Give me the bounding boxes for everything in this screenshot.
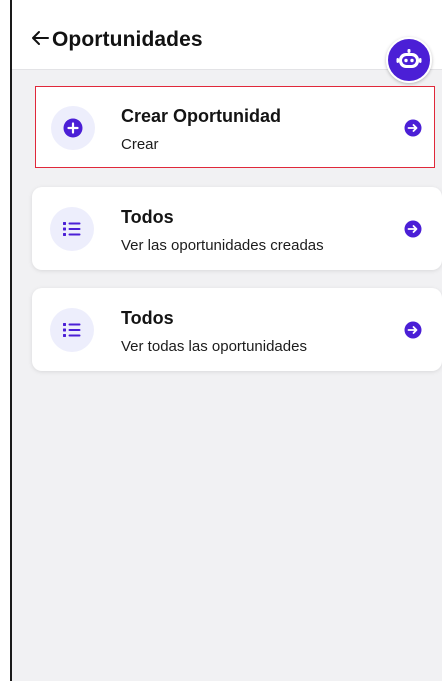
card-subtitle: Ver las oportunidades creadas: [121, 237, 324, 254]
page-title: Oportunidades: [52, 28, 203, 51]
app-screen: Oportunidades Crear Oportunidad Crear To…: [10, 0, 442, 681]
card-title: Todos: [121, 308, 174, 328]
arrow-circle-right-icon: [404, 321, 422, 339]
top-app-bar: Oportunidades: [12, 0, 442, 70]
arrow-circle-right-icon: [404, 119, 422, 137]
assistant-button[interactable]: [386, 37, 432, 83]
view-all-opportunities-card[interactable]: Todos Ver todas las oportunidades: [32, 288, 442, 371]
plus-circle-icon: [63, 118, 83, 138]
card-icon-container: [51, 106, 95, 150]
app-frame: Oportunidades Crear Oportunidad Crear To…: [0, 0, 442, 681]
card-subtitle: Ver todas las oportunidades: [121, 338, 307, 355]
list-icon: [63, 323, 81, 337]
create-opportunity-card[interactable]: Crear Oportunidad Crear: [35, 86, 435, 168]
arrow-circle-right-icon: [404, 220, 422, 238]
back-button[interactable]: [28, 26, 54, 52]
card-subtitle: Crear: [121, 136, 159, 153]
card-icon-container: [50, 207, 94, 251]
arrow-left-icon: [32, 31, 49, 45]
card-title: Todos: [121, 207, 174, 227]
robot-icon: [396, 49, 422, 68]
list-icon: [63, 222, 81, 236]
card-icon-container: [50, 308, 94, 352]
card-title: Crear Oportunidad: [121, 106, 282, 126]
view-created-opportunities-card[interactable]: Todos Ver las oportunidades creadas: [32, 187, 442, 270]
